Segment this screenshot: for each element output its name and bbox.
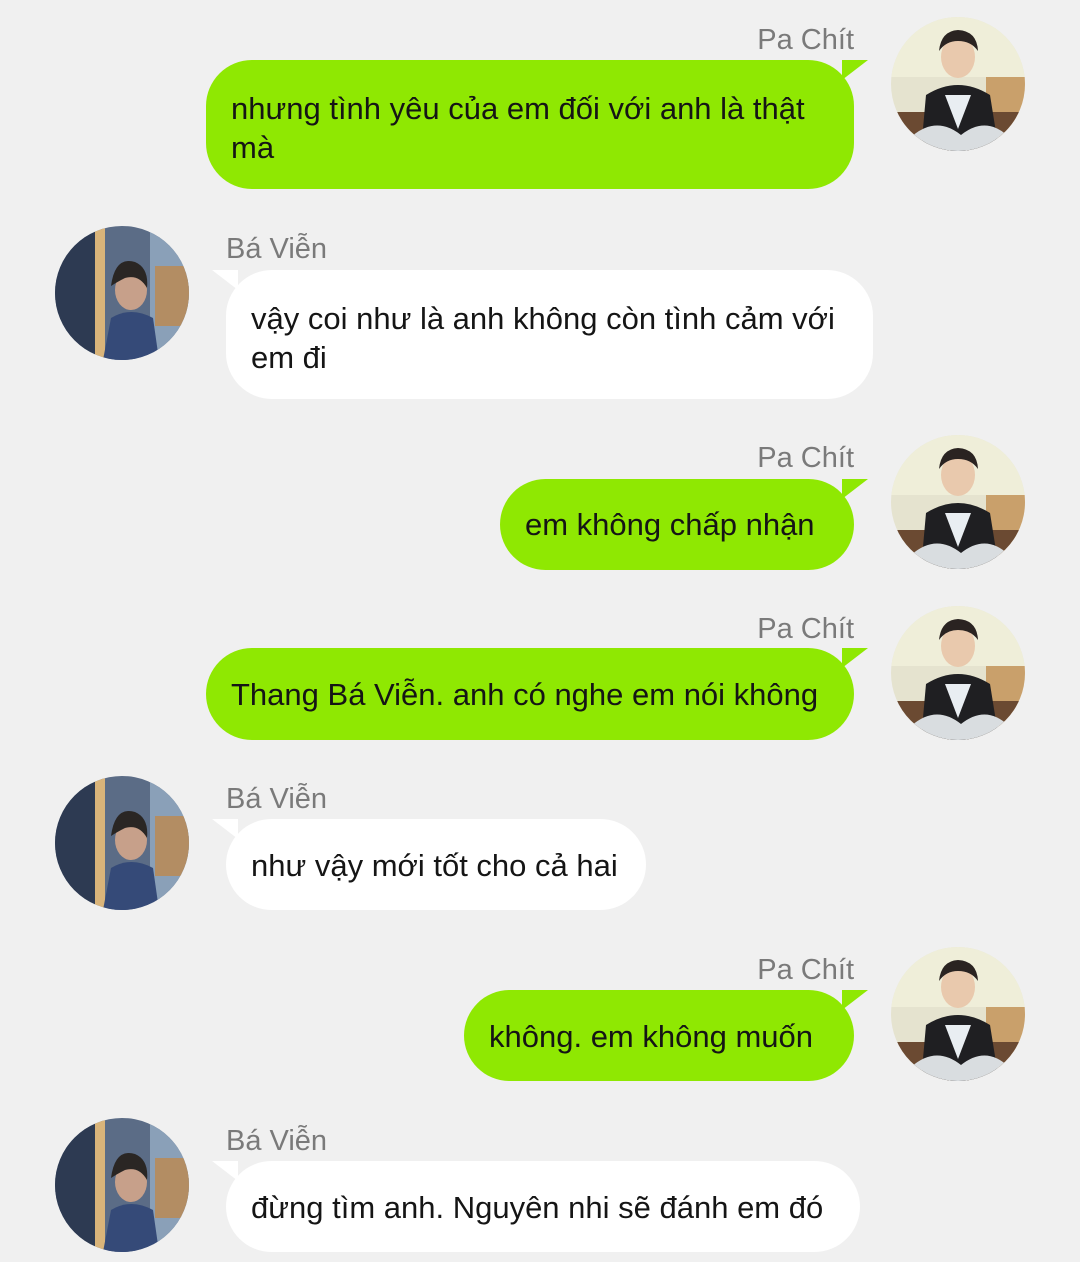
message-bubble-sent[interactable]: em không chấp nhận xyxy=(500,479,854,570)
sender-name: Pa Chít xyxy=(757,442,854,474)
sender-avatar-icon[interactable] xyxy=(891,606,1025,740)
sender-avatar-icon[interactable] xyxy=(891,435,1025,569)
message-bubble-received[interactable]: đừng tìm anh. Nguyên nhi sẽ đánh em đó xyxy=(226,1161,860,1252)
sender-avatar-icon[interactable] xyxy=(891,17,1025,151)
receiver-name: Bá Viễn xyxy=(226,1125,328,1157)
receiver-avatar-icon[interactable] xyxy=(55,1118,189,1252)
receiver-avatar-icon[interactable] xyxy=(55,226,189,360)
message-bubble-sent[interactable]: Thang Bá Viễn. anh có nghe em nói không xyxy=(206,648,854,740)
bubble-tail xyxy=(212,270,238,290)
receiver-name: Bá Viễn xyxy=(226,783,328,815)
sender-avatar-icon[interactable] xyxy=(891,947,1025,1081)
message-bubble-sent[interactable]: không. em không muốn xyxy=(464,990,854,1081)
bubble-tail xyxy=(212,819,238,839)
sender-name: Pa Chít xyxy=(757,954,854,986)
bubble-tail xyxy=(212,1161,238,1181)
message-bubble-sent[interactable]: nhưng tình yêu của em đối với anh là thậ… xyxy=(206,60,854,189)
message-bubble-received[interactable]: như vậy mới tốt cho cả hai xyxy=(226,819,646,910)
message-bubble-received[interactable]: vậy coi như là anh không còn tình cảm vớ… xyxy=(226,270,873,399)
bubble-tail xyxy=(842,60,868,80)
bubble-tail xyxy=(842,990,868,1010)
bubble-tail xyxy=(842,648,868,668)
receiver-avatar-icon[interactable] xyxy=(55,776,189,910)
receiver-name: Bá Viễn xyxy=(226,233,328,265)
bubble-tail xyxy=(842,479,868,499)
sender-name: Pa Chít xyxy=(757,613,854,645)
sender-name: Pa Chít xyxy=(757,24,854,56)
